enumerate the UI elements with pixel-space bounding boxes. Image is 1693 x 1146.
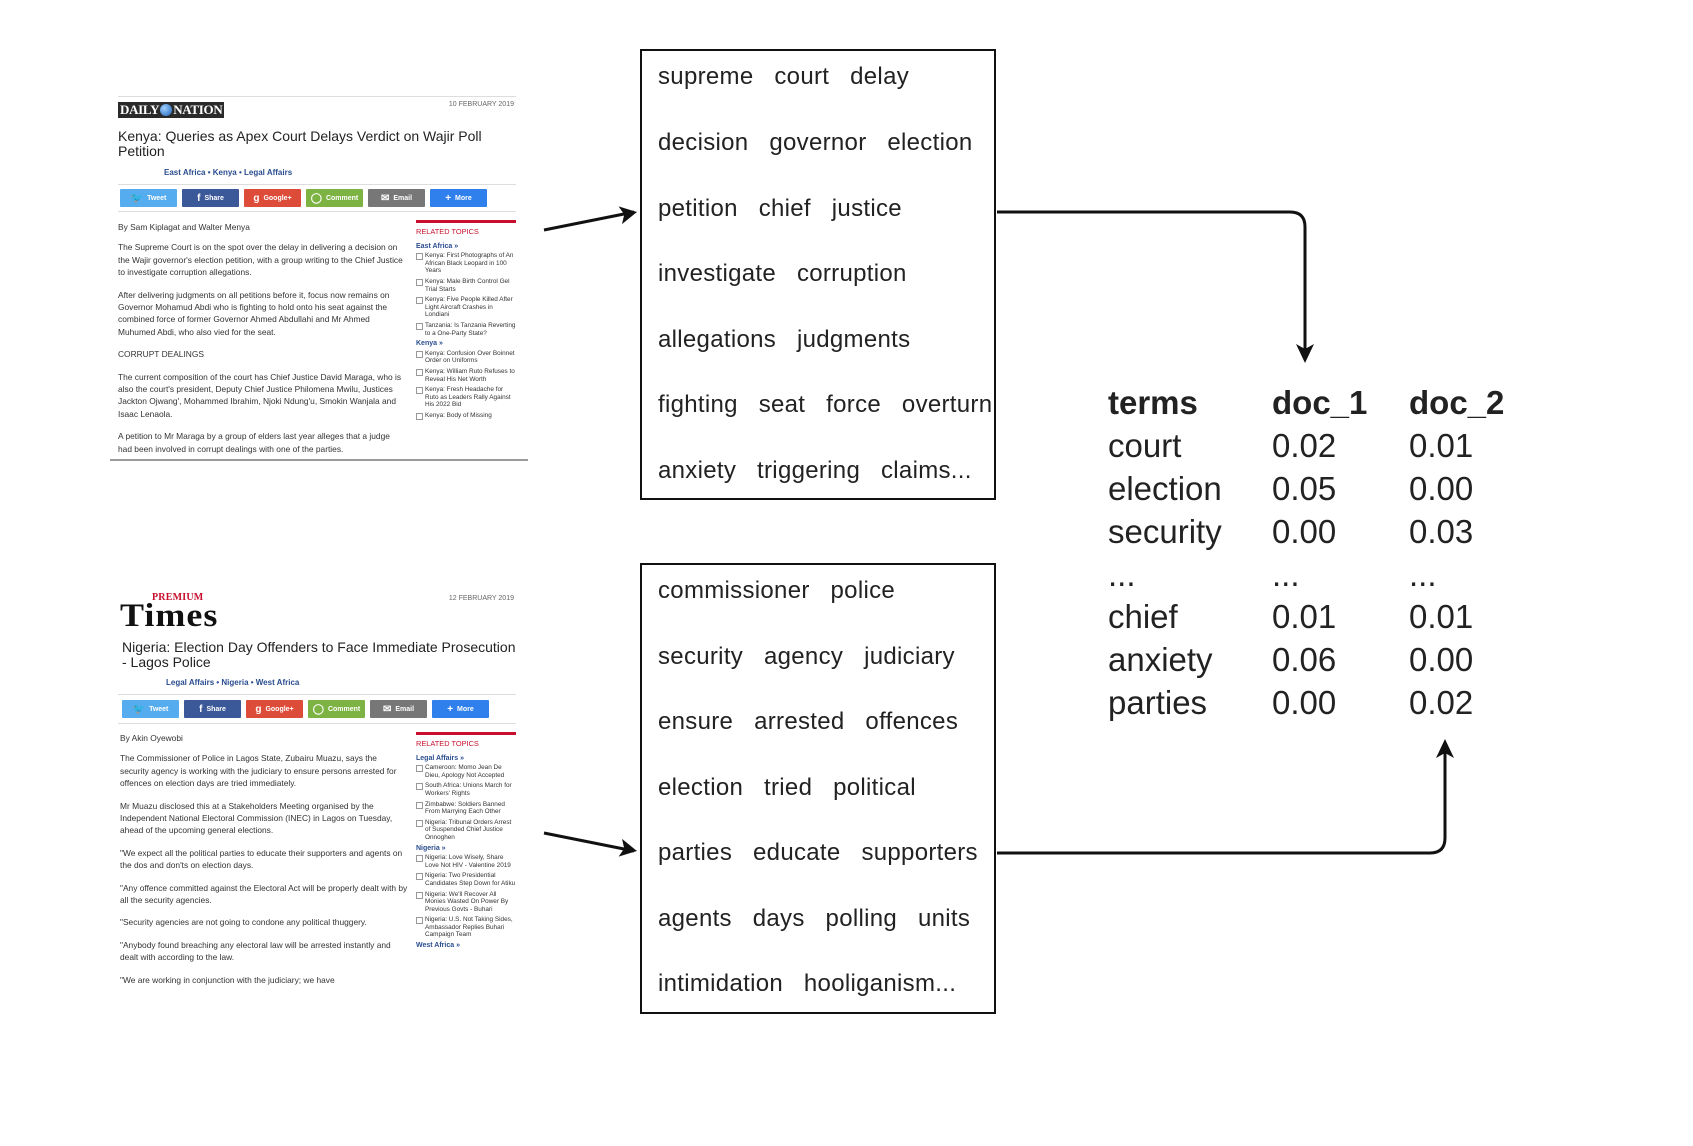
table-term: security [1108, 513, 1222, 550]
table-value: 0.01 [1409, 598, 1474, 635]
table-value: 0.00 [1409, 470, 1474, 507]
table-term: election [1108, 470, 1222, 507]
table-term: anxiety [1108, 641, 1213, 678]
table-value: 0.00 [1272, 684, 1337, 721]
table-ellipsis: ... [1409, 556, 1437, 593]
table-value: 0.01 [1409, 427, 1474, 464]
table-value: 0.01 [1272, 598, 1337, 635]
table-header-doc1: doc_1 [1272, 384, 1368, 421]
table-ellipsis: ... [1272, 556, 1300, 593]
arrow-article2-to-terms [543, 831, 637, 857]
arrow-doc2-to-table [997, 739, 1454, 855]
table-value: 0.06 [1272, 641, 1337, 678]
table-value: 0.00 [1272, 513, 1337, 550]
table-value: 0.05 [1272, 470, 1337, 507]
table-ellipsis: ... [1108, 556, 1136, 593]
table-value: 0.02 [1409, 684, 1474, 721]
table-header-doc2: doc_2 [1409, 384, 1505, 421]
arrows-layer [543, 206, 1454, 857]
table-term: chief [1108, 598, 1178, 635]
arrow-article1-to-terms [543, 206, 637, 232]
table-term: parties [1108, 684, 1208, 721]
table-value: 0.00 [1409, 641, 1474, 678]
table-term: court [1108, 427, 1182, 464]
table-header-terms: terms [1108, 384, 1198, 421]
table-value: 0.03 [1409, 513, 1474, 550]
arrow-doc1-to-table [997, 210, 1314, 363]
table-value: 0.02 [1272, 427, 1337, 464]
